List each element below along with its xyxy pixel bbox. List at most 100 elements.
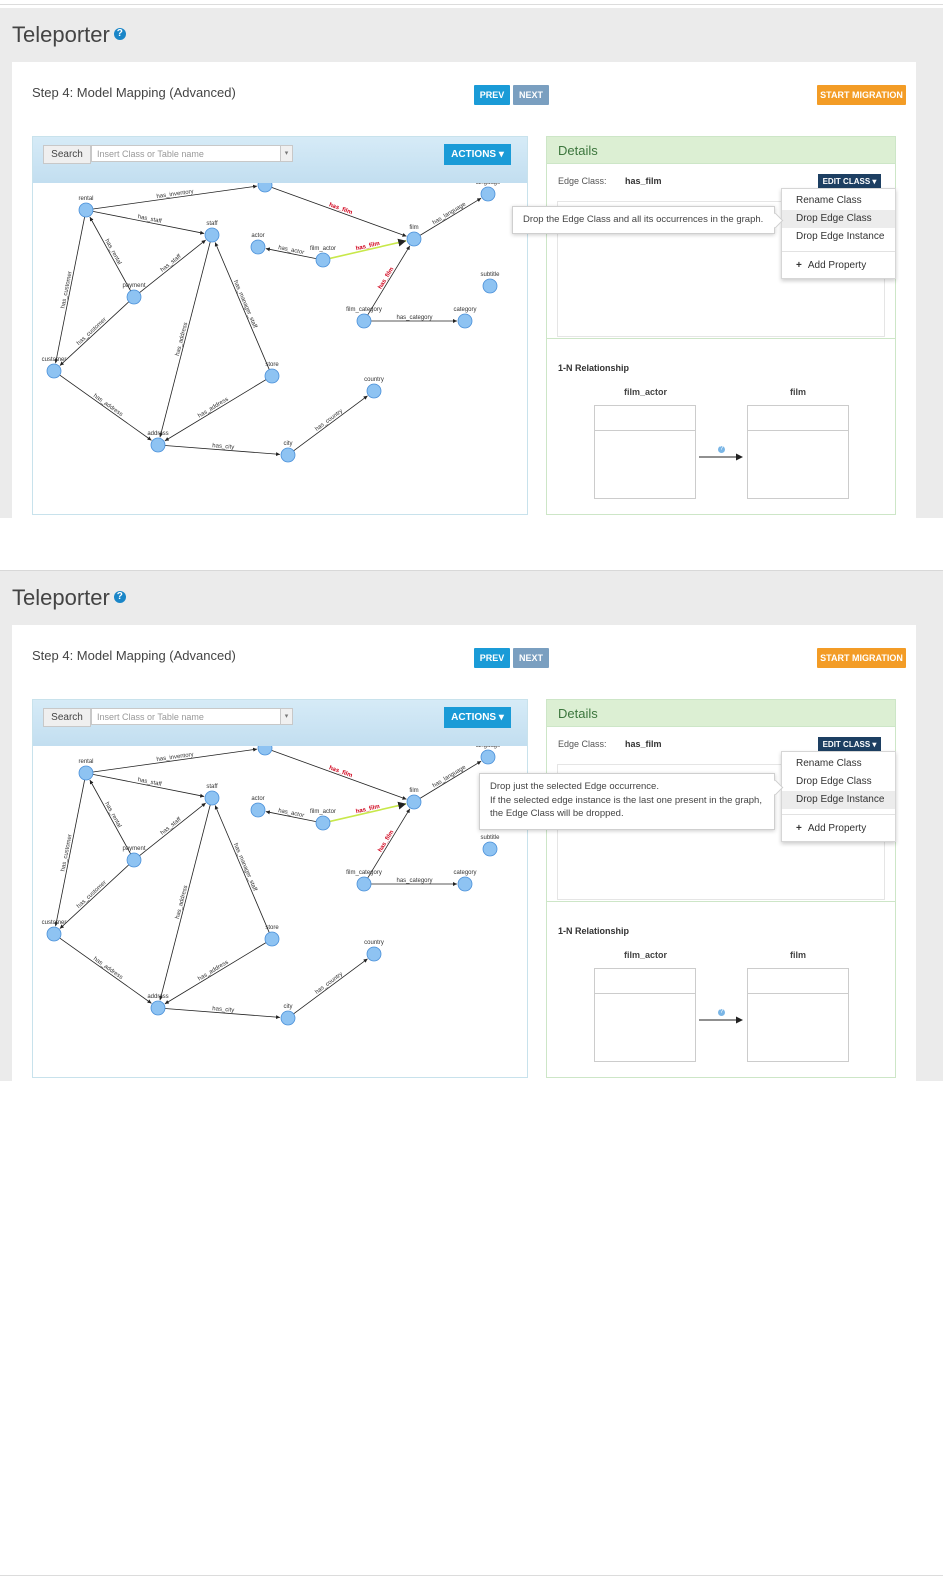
node-label: country	[364, 377, 384, 383]
edge-label: has_customer	[60, 834, 73, 872]
menu-divider	[782, 251, 895, 252]
graph-node-staff[interactable]	[204, 227, 220, 243]
edge-label: has_address	[92, 956, 123, 981]
graph-edge[interactable]	[139, 239, 206, 293]
node-label: city	[284, 1004, 293, 1010]
graph-node-film-category[interactable]	[356, 876, 372, 892]
graph-node-rental[interactable]	[78, 765, 94, 781]
graph-edge[interactable]	[92, 773, 205, 798]
menu-item-add-property[interactable]: + Add Property	[782, 257, 895, 275]
graph-node-category[interactable]	[457, 876, 473, 892]
graph-node-film[interactable]	[406, 231, 422, 247]
menu-item-rename-class[interactable]: Rename Class	[782, 755, 895, 773]
graph-edge[interactable]	[214, 805, 270, 933]
edge-label: has_inventory	[156, 189, 194, 200]
graph-edge[interactable]	[271, 750, 407, 800]
menu-item-drop-edge-instance[interactable]: Drop Edge Instance	[782, 791, 895, 809]
prev-button[interactable]: PREV	[474, 85, 510, 105]
divider	[547, 338, 895, 339]
graph-node-film[interactable]	[406, 794, 422, 810]
graph-node-language[interactable]	[480, 186, 496, 202]
help-icon[interactable]: ?	[113, 28, 126, 41]
node-label: film	[409, 225, 418, 231]
graph-node-film-category[interactable]	[356, 313, 372, 329]
actions-button[interactable]: ACTIONS ▾	[444, 707, 511, 728]
graph-node-store[interactable]	[264, 931, 280, 947]
edge-label: has_film	[378, 266, 396, 290]
graph-node-language[interactable]	[480, 749, 496, 765]
graph-node-category[interactable]	[457, 313, 473, 329]
graph-node-store[interactable]	[264, 368, 280, 384]
graph-node-rental[interactable]	[78, 202, 94, 218]
graph-node-country[interactable]	[366, 946, 382, 962]
graph-node-payment[interactable]	[126, 852, 142, 868]
graph-node-subtitle[interactable]	[482, 278, 498, 294]
graph-canvas[interactable]: has_inventory has_staff has_customer has_re…	[33, 183, 527, 514]
add-property-label: Add Property	[807, 823, 867, 834]
graph-edge[interactable]	[214, 242, 270, 370]
graph-node-actor[interactable]	[250, 239, 266, 255]
graph-node-address[interactable]	[150, 1000, 166, 1016]
menu-item-drop-edge-instance[interactable]: Drop Edge Instance	[782, 228, 895, 246]
chevron-down-icon[interactable]: ▾	[280, 708, 293, 725]
relationship-left-box	[594, 405, 696, 499]
graph-node-country[interactable]	[366, 383, 382, 399]
graph-edge[interactable]	[271, 187, 407, 237]
search-input[interactable]: Insert Class or Table name	[91, 708, 281, 725]
node-label: address	[147, 994, 168, 1000]
graph-node-inventory[interactable]	[257, 183, 273, 193]
search-button[interactable]: Search	[43, 708, 91, 727]
actions-button[interactable]: ACTIONS ▾	[444, 144, 511, 165]
edit-class-button[interactable]: EDIT CLASS ▾	[818, 174, 881, 189]
graph-node-subtitle[interactable]	[482, 841, 498, 857]
node-label: subtitle	[480, 272, 500, 278]
graph-node-inventory[interactable]	[257, 746, 273, 756]
step-title: Step 4: Model Mapping (Advanced)	[32, 85, 236, 100]
graph-edge[interactable]	[89, 216, 131, 292]
start-migration-button[interactable]: START MIGRATION	[817, 648, 906, 668]
edge-label: has_staff	[160, 817, 183, 837]
help-icon[interactable]: ?	[718, 1009, 725, 1016]
graph-edge[interactable]	[59, 374, 152, 441]
top-divider	[0, 4, 943, 5]
wizard-card: Step 4: Model Mapping (Advanced) PREV NE…	[12, 625, 916, 1081]
help-icon[interactable]: ?	[113, 591, 126, 604]
node-label: language	[476, 746, 501, 749]
plus-icon: +	[796, 260, 802, 271]
search-input[interactable]: Insert Class or Table name	[91, 145, 281, 162]
search-button[interactable]: Search	[43, 145, 91, 164]
graph-node-payment[interactable]	[126, 289, 142, 305]
graph-edge[interactable]	[293, 958, 368, 1015]
menu-item-rename-class[interactable]: Rename Class	[782, 192, 895, 210]
prev-button[interactable]: PREV	[474, 648, 510, 668]
graph-edge[interactable]	[89, 779, 131, 855]
graph-edge[interactable]	[419, 197, 482, 236]
graph-edge[interactable]	[367, 245, 411, 316]
menu-item-drop-edge-class[interactable]: Drop Edge Class	[782, 773, 895, 791]
graph-node-film-actor[interactable]	[315, 815, 331, 831]
graph-node-address[interactable]	[150, 437, 166, 453]
edge-label: has_customer	[76, 317, 108, 347]
menu-item-drop-edge-class[interactable]: Drop Edge Class	[782, 210, 895, 228]
chevron-down-icon[interactable]: ▾	[280, 145, 293, 162]
graph-edge[interactable]	[293, 395, 368, 452]
graph-edge[interactable]	[139, 802, 206, 856]
graph-node-city[interactable]	[280, 1010, 296, 1026]
edit-class-button[interactable]: EDIT CLASS ▾	[818, 737, 881, 752]
graph-node-staff[interactable]	[204, 790, 220, 806]
graph-node-customer[interactable]	[46, 363, 62, 379]
graph-node-actor[interactable]	[250, 802, 266, 818]
menu-item-add-property[interactable]: + Add Property	[782, 820, 895, 838]
graph-node-city[interactable]	[280, 447, 296, 463]
details-header: Details	[547, 700, 895, 727]
graph-node-film-actor[interactable]	[315, 252, 331, 268]
graph-edge[interactable]	[92, 210, 205, 235]
start-migration-button[interactable]: START MIGRATION	[817, 85, 906, 105]
node-label: payment	[122, 283, 145, 289]
graph-canvas[interactable]: has_inventory has_staff has_customer has_re…	[33, 746, 527, 1077]
graph-node-customer[interactable]	[46, 926, 62, 942]
help-icon[interactable]: ?	[718, 446, 725, 453]
next-button[interactable]: NEXT	[513, 85, 549, 105]
edge-label: has_address	[197, 959, 230, 982]
next-button[interactable]: NEXT	[513, 648, 549, 668]
